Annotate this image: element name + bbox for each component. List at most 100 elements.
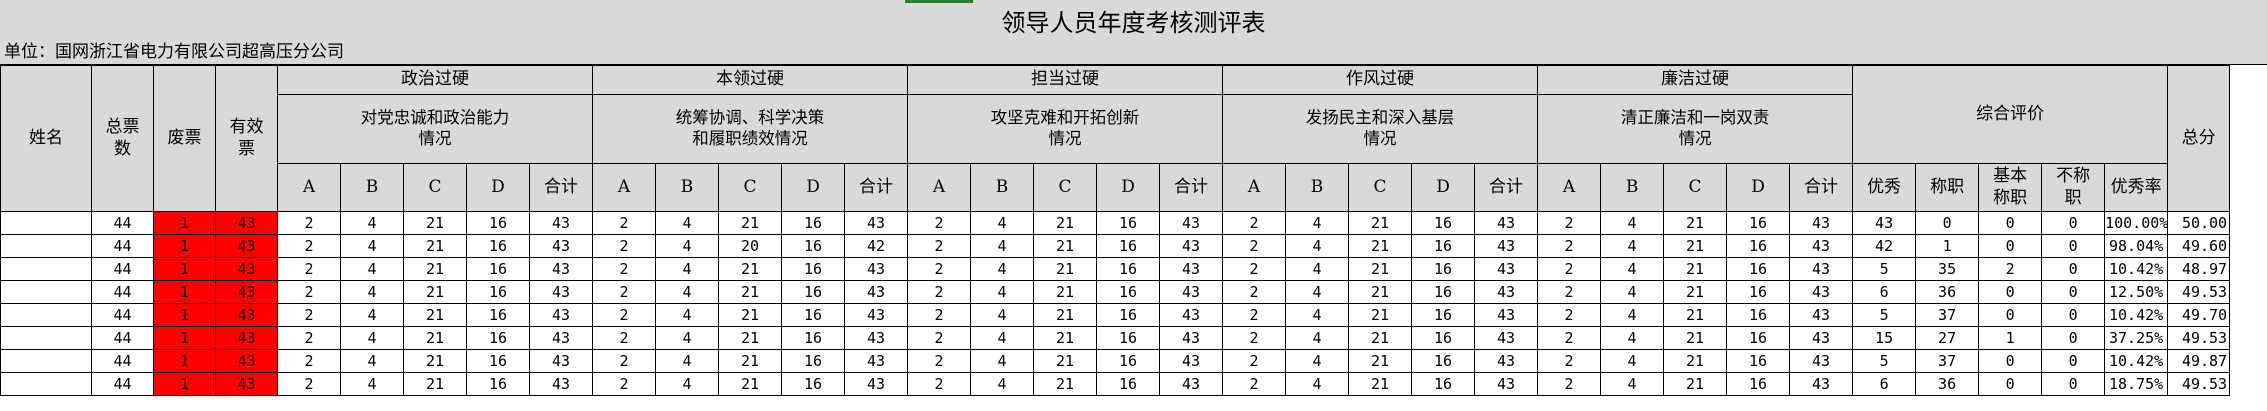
cell-total-votes[interactable]: 44 <box>91 257 154 281</box>
cell-cat2-grade2[interactable]: 4 <box>655 349 720 373</box>
cell-cat4-grade2[interactable]: 4 <box>1285 326 1350 350</box>
cell-cat3-grade3[interactable]: 21 <box>1033 280 1098 304</box>
cell-cat4-grade5[interactable]: 43 <box>1474 280 1539 304</box>
cell-overall-1[interactable]: 15 <box>1852 326 1917 350</box>
cell-cat5-grade4[interactable]: 16 <box>1726 349 1791 373</box>
cell-cat2-grade1[interactable]: 2 <box>592 257 657 281</box>
cell-cat3-grade2[interactable]: 4 <box>970 280 1035 304</box>
cell-cat1-grade4[interactable]: 16 <box>466 303 530 327</box>
cell-cat2-grade5[interactable]: 43 <box>844 303 909 327</box>
cell-cat2-grade2[interactable]: 4 <box>655 303 720 327</box>
cell-cat1-grade2[interactable]: 4 <box>340 211 404 235</box>
cell-cat5-grade2[interactable]: 4 <box>1600 372 1665 396</box>
cell-overall-2[interactable]: 37 <box>1915 349 1980 373</box>
cell-overall-5[interactable]: 12.50% <box>2104 280 2169 304</box>
cell-cat2-grade5[interactable]: 43 <box>844 372 909 396</box>
cell-cat4-grade3[interactable]: 21 <box>1348 372 1413 396</box>
cell-cat4-grade4[interactable]: 16 <box>1411 234 1476 258</box>
cell-overall-2[interactable]: 1 <box>1915 234 1980 258</box>
cell-score[interactable]: 49.53 <box>2167 280 2231 304</box>
cell-cat5-grade4[interactable]: 16 <box>1726 280 1791 304</box>
cell-total-votes[interactable]: 44 <box>91 303 154 327</box>
cell-cat3-grade2[interactable]: 4 <box>970 211 1035 235</box>
cell-cat3-grade2[interactable]: 4 <box>970 372 1035 396</box>
cell-cat1-grade1[interactable]: 2 <box>277 326 341 350</box>
cell-overall-4[interactable]: 0 <box>2041 211 2106 235</box>
cell-void-votes[interactable]: 1 <box>153 303 216 327</box>
cell-cat1-grade1[interactable]: 2 <box>277 211 341 235</box>
cell-overall-2[interactable]: 36 <box>1915 372 1980 396</box>
cell-cat4-grade1[interactable]: 2 <box>1222 280 1287 304</box>
cell-cat2-grade4[interactable]: 16 <box>781 326 846 350</box>
cell-cat5-grade3[interactable]: 21 <box>1663 211 1728 235</box>
cell-cat3-grade4[interactable]: 16 <box>1096 280 1161 304</box>
cell-cat3-grade5[interactable]: 43 <box>1159 280 1224 304</box>
cell-cat4-grade3[interactable]: 21 <box>1348 326 1413 350</box>
cell-cat3-grade4[interactable]: 16 <box>1096 257 1161 281</box>
cell-cat4-grade5[interactable]: 43 <box>1474 211 1539 235</box>
cell-cat4-grade1[interactable]: 2 <box>1222 234 1287 258</box>
cell-cat4-grade4[interactable]: 16 <box>1411 349 1476 373</box>
cell-cat5-grade5[interactable]: 43 <box>1789 326 1854 350</box>
cell-cat4-grade5[interactable]: 43 <box>1474 303 1539 327</box>
cell-cat5-grade1[interactable]: 2 <box>1537 303 1602 327</box>
cell-cat2-grade4[interactable]: 16 <box>781 257 846 281</box>
cell-cat1-grade5[interactable]: 43 <box>528 234 594 258</box>
cell-void-votes[interactable]: 1 <box>153 280 216 304</box>
cell-cat1-grade1[interactable]: 2 <box>277 303 341 327</box>
cell-cat5-grade5[interactable]: 43 <box>1789 280 1854 304</box>
cell-cat5-grade1[interactable]: 2 <box>1537 326 1602 350</box>
cell-overall-4[interactable]: 0 <box>2041 372 2106 396</box>
cell-score[interactable]: 49.87 <box>2167 349 2231 373</box>
cell-cat3-grade4[interactable]: 16 <box>1096 349 1161 373</box>
cell-overall-3[interactable]: 1 <box>1978 326 2043 350</box>
cell-cat5-grade1[interactable]: 2 <box>1537 280 1602 304</box>
cell-cat4-grade1[interactable]: 2 <box>1222 257 1287 281</box>
cell-cat4-grade4[interactable]: 16 <box>1411 372 1476 396</box>
cell-name[interactable] <box>0 303 92 327</box>
cell-cat3-grade5[interactable]: 43 <box>1159 326 1224 350</box>
cell-score[interactable]: 49.60 <box>2167 234 2231 258</box>
cell-cat2-grade2[interactable]: 4 <box>655 280 720 304</box>
cell-overall-5[interactable]: 18.75% <box>2104 372 2169 396</box>
cell-cat3-grade3[interactable]: 21 <box>1033 372 1098 396</box>
cell-cat4-grade5[interactable]: 43 <box>1474 372 1539 396</box>
cell-cat2-grade3[interactable]: 21 <box>718 303 783 327</box>
cell-overall-3[interactable]: 2 <box>1978 257 2043 281</box>
cell-cat5-grade5[interactable]: 43 <box>1789 257 1854 281</box>
cell-cat1-grade4[interactable]: 16 <box>466 372 530 396</box>
cell-cat5-grade5[interactable]: 43 <box>1789 372 1854 396</box>
cell-cat5-grade2[interactable]: 4 <box>1600 326 1665 350</box>
cell-cat4-grade3[interactable]: 21 <box>1348 211 1413 235</box>
cell-total-votes[interactable]: 44 <box>91 234 154 258</box>
cell-cat3-grade1[interactable]: 2 <box>907 280 972 304</box>
cell-cat5-grade2[interactable]: 4 <box>1600 280 1665 304</box>
cell-total-votes[interactable]: 44 <box>91 211 154 235</box>
cell-cat1-grade3[interactable]: 21 <box>403 326 467 350</box>
cell-cat3-grade3[interactable]: 21 <box>1033 326 1098 350</box>
cell-cat4-grade1[interactable]: 2 <box>1222 326 1287 350</box>
cell-overall-5[interactable]: 10.42% <box>2104 303 2169 327</box>
cell-cat3-grade2[interactable]: 4 <box>970 303 1035 327</box>
cell-cat1-grade5[interactable]: 43 <box>528 372 594 396</box>
cell-cat3-grade4[interactable]: 16 <box>1096 234 1161 258</box>
cell-void-votes[interactable]: 1 <box>153 234 216 258</box>
cell-cat2-grade1[interactable]: 2 <box>592 280 657 304</box>
cell-cat1-grade5[interactable]: 43 <box>528 326 594 350</box>
cell-cat1-grade2[interactable]: 4 <box>340 372 404 396</box>
cell-overall-2[interactable]: 0 <box>1915 211 1980 235</box>
cell-overall-5[interactable]: 10.42% <box>2104 349 2169 373</box>
cell-cat5-grade3[interactable]: 21 <box>1663 372 1728 396</box>
cell-cat4-grade2[interactable]: 4 <box>1285 303 1350 327</box>
cell-cat3-grade4[interactable]: 16 <box>1096 303 1161 327</box>
cell-cat1-grade2[interactable]: 4 <box>340 280 404 304</box>
cell-cat5-grade3[interactable]: 21 <box>1663 349 1728 373</box>
cell-cat2-grade2[interactable]: 4 <box>655 372 720 396</box>
cell-overall-1[interactable]: 43 <box>1852 211 1917 235</box>
cell-cat4-grade2[interactable]: 4 <box>1285 280 1350 304</box>
cell-cat1-grade1[interactable]: 2 <box>277 372 341 396</box>
cell-cat3-grade2[interactable]: 4 <box>970 326 1035 350</box>
cell-valid-votes[interactable]: 43 <box>215 372 278 396</box>
cell-void-votes[interactable]: 1 <box>153 257 216 281</box>
cell-cat1-grade3[interactable]: 21 <box>403 349 467 373</box>
